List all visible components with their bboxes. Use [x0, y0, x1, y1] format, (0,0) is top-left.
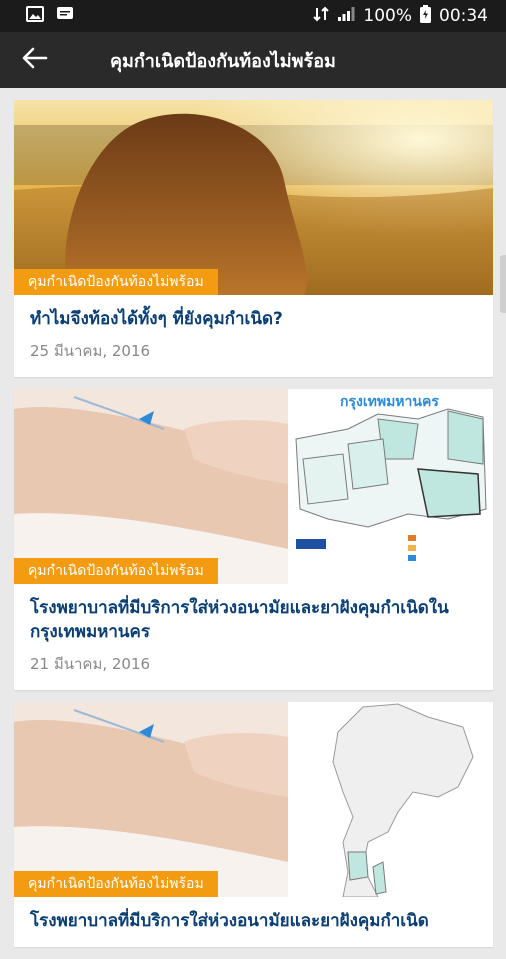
iud-arm-photo — [14, 702, 288, 897]
bangkok-map: กรุงเทพมหานคร — [288, 389, 493, 584]
article-date: 25 มีนาคม, 2016 — [30, 342, 151, 360]
article-date: 21 มีนาคม, 2016 — [30, 655, 151, 673]
article-title[interactable]: ทำไมจึงท้องได้ทั้งๆ ที่ยังคุมกำเนิด? — [30, 307, 477, 331]
article-image[interactable]: กรุงเทพมหานคร คุมกำเนิดป้องกันท้องไม่พร้… — [14, 389, 493, 584]
scroll-indicator[interactable] — [500, 255, 506, 313]
battery-icon — [420, 4, 431, 28]
article-card[interactable]: คุมกำเนิดป้องกันท้องไม่พร้อม ทำไมจึงท้อง… — [14, 100, 493, 377]
category-tag: คุมกำเนิดป้องกันท้องไม่พร้อม — [14, 871, 218, 897]
clock: 00:34 — [439, 6, 488, 26]
article-image[interactable]: คุมกำเนิดป้องกันท้องไม่พร้อม — [14, 702, 493, 897]
status-left — [26, 5, 74, 27]
category-tag: คุมกำเนิดป้องกันท้องไม่พร้อม — [14, 269, 218, 295]
map-title: กรุงเทพมหานคร — [340, 394, 439, 410]
back-button[interactable] — [0, 32, 70, 88]
image-icon — [26, 5, 44, 27]
status-right: 100% 00:34 — [313, 4, 488, 28]
app-toolbar: คุมกำเนิดป้องกันท้องไม่พร้อม — [0, 32, 506, 88]
article-feed[interactable]: คุมกำเนิดป้องกันท้องไม่พร้อม ทำไมจึงท้อง… — [14, 100, 493, 959]
arrow-left-icon — [22, 47, 48, 73]
signal-icon — [337, 6, 355, 27]
article-title[interactable]: โรงพยาบาลที่มีบริการใส่ห่วงอนามัยและยาฝั… — [30, 596, 477, 644]
iud-arm-photo — [14, 389, 288, 584]
status-bar: 100% 00:34 — [0, 0, 506, 32]
message-icon — [56, 6, 74, 27]
thailand-map — [288, 702, 493, 897]
article-title[interactable]: โรงพยาบาลที่มีบริการใส่ห่วงอนามัยและยาฝั… — [30, 909, 477, 933]
page-title: คุมกำเนิดป้องกันท้องไม่พร้อม — [110, 50, 336, 72]
article-image[interactable]: คุมกำเนิดป้องกันท้องไม่พร้อม — [14, 100, 493, 295]
battery-percent: 100% — [363, 6, 412, 26]
sync-icon — [313, 6, 330, 27]
article-card[interactable]: คุมกำเนิดป้องกันท้องไม่พร้อม โรงพยาบาลที… — [14, 702, 493, 947]
article-card[interactable]: กรุงเทพมหานคร คุมกำเนิดป้องกันท้องไม่พร้… — [14, 389, 493, 690]
category-tag: คุมกำเนิดป้องกันท้องไม่พร้อม — [14, 558, 218, 584]
